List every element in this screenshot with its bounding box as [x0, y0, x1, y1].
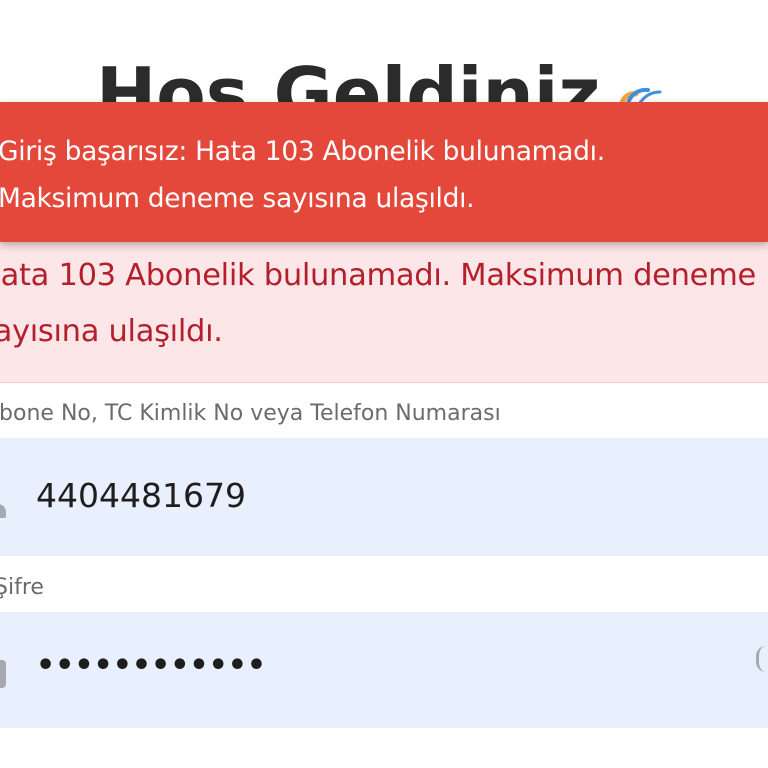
password-label: Şifre — [0, 575, 44, 600]
username-value[interactable]: 4404481679 — [36, 476, 246, 515]
error-alert-message: Hata 103 Abonelik bulunamadı. Maksimum d… — [0, 258, 756, 349]
username-label: Abone No, TC Kimlik No veya Telefon Numa… — [0, 401, 501, 426]
lock-icon — [0, 660, 6, 688]
login-page: Hoş Geldiniz Giriş başarısız: Hata 103 A… — [0, 0, 768, 768]
eye-icon[interactable] — [756, 646, 768, 672]
error-toast-message: Giriş başarısız: Hata 103 Abonelik bulun… — [0, 136, 605, 214]
password-value[interactable]: •••••••••••• — [36, 648, 266, 683]
